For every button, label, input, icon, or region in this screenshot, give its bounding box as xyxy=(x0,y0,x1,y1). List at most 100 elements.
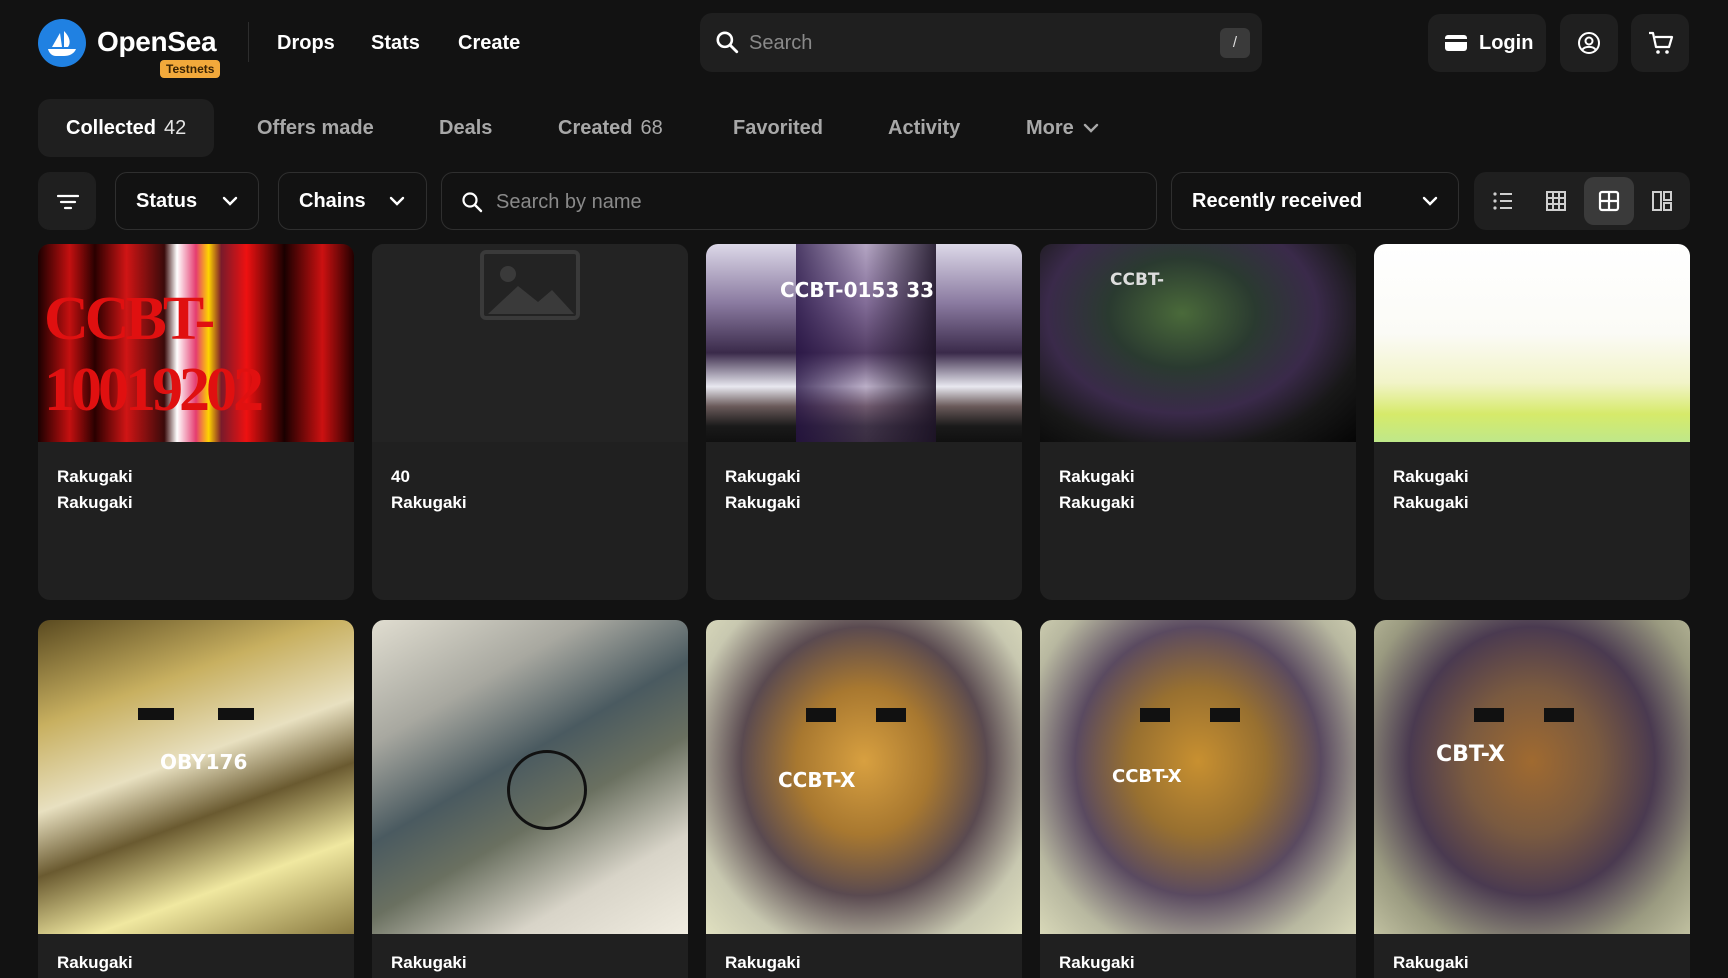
opensea-logo-icon[interactable] xyxy=(38,19,86,67)
tab-created[interactable]: Created 68 xyxy=(558,99,663,157)
nft-overlay-text: CCBT-10019202 xyxy=(44,285,264,424)
testnets-badge: Testnets xyxy=(160,60,221,78)
nft-card[interactable]: CCBT- Rakugaki Rakugaki xyxy=(1040,244,1356,600)
login-button[interactable]: Login xyxy=(1428,14,1546,72)
nft-image-placeholder xyxy=(372,244,688,442)
tab-collected[interactable]: Collected 42 xyxy=(38,99,215,157)
tab-more-label: More xyxy=(1026,117,1074,139)
chevron-down-icon xyxy=(1422,196,1438,206)
top-header: OpenSea Testnets Drops Stats Create Sear… xyxy=(0,0,1728,86)
profile-button[interactable] xyxy=(1560,14,1618,72)
nft-card[interactable]: CCBT-X Rakugaki xyxy=(1040,620,1356,978)
nft-grid: CCBT-10019202 Rakugaki Rakugaki 40 Rakug… xyxy=(38,244,1690,978)
nft-name: Rakugaki xyxy=(1393,953,1469,972)
nav-drops[interactable]: Drops xyxy=(277,32,335,55)
nft-overlay-text: OBY176 xyxy=(160,750,248,774)
small-grid-view-button[interactable] xyxy=(1531,177,1581,225)
tab-offers-made-label: Offers made xyxy=(257,117,374,139)
nft-image: CCBT- xyxy=(1040,244,1356,442)
status-label: Status xyxy=(136,190,198,212)
chains-label: Chains xyxy=(299,190,366,212)
tab-activity[interactable]: Activity xyxy=(888,99,960,157)
nft-card[interactable]: 40 Rakugaki xyxy=(372,244,688,600)
tab-created-count: 68 xyxy=(640,117,663,139)
filter-toggle-button[interactable] xyxy=(38,172,96,230)
search-icon xyxy=(714,29,740,60)
nft-name: Rakugaki xyxy=(57,953,133,972)
nft-collection: Rakugaki xyxy=(1059,493,1135,512)
tab-favorited-label: Favorited xyxy=(733,117,824,139)
nft-name: Rakugaki xyxy=(391,953,467,972)
tab-collected-count: 42 xyxy=(164,117,187,139)
image-placeholder-icon xyxy=(480,250,580,320)
nft-image: CCBT-X xyxy=(706,620,1022,934)
chevron-down-icon xyxy=(1084,123,1099,133)
wallet-icon xyxy=(1444,33,1468,58)
nft-image: CBT-X xyxy=(1374,620,1690,934)
nav-stats[interactable]: Stats xyxy=(371,32,420,55)
nft-name: Rakugaki xyxy=(57,467,133,486)
nft-card[interactable]: CBT-X Rakugaki xyxy=(1374,620,1690,978)
tab-more[interactable]: More xyxy=(1026,99,1099,157)
nav-create[interactable]: Create xyxy=(458,32,520,55)
list-view-button[interactable] xyxy=(1478,177,1528,225)
nft-image xyxy=(1374,244,1690,442)
nft-overlay-text: CCBT-0153 33 xyxy=(780,278,935,302)
nft-card[interactable]: CCBT-0153 33 Rakugaki Rakugaki xyxy=(706,244,1022,600)
mosaic-icon xyxy=(1652,191,1672,211)
nft-card[interactable]: Rakugaki xyxy=(372,620,688,978)
header-divider xyxy=(248,22,249,62)
nft-collection: Rakugaki xyxy=(391,493,467,512)
sort-label: Recently received xyxy=(1192,190,1363,212)
nft-collection: Rakugaki xyxy=(57,493,133,512)
name-search-input[interactable]: Search by name xyxy=(441,172,1157,230)
nft-image: CCBT-0153 33 xyxy=(706,244,1022,442)
nft-name: 40 xyxy=(391,467,410,486)
large-grid-view-button[interactable] xyxy=(1584,177,1634,225)
chains-dropdown[interactable]: Chains xyxy=(278,172,427,230)
tab-deals[interactable]: Deals xyxy=(439,99,492,157)
search-icon xyxy=(462,192,483,213)
nft-name: Rakugaki xyxy=(725,953,801,972)
nft-image: CCBT-X xyxy=(1040,620,1356,934)
chevron-down-icon xyxy=(222,196,238,206)
nft-name: Rakugaki xyxy=(1393,467,1469,486)
nft-overlay-text: CBT-X xyxy=(1436,742,1505,767)
tab-activity-label: Activity xyxy=(888,117,961,139)
nft-overlay-text: CCBT-X xyxy=(778,768,856,792)
login-label: Login xyxy=(1479,32,1534,54)
nft-image: OBY176 xyxy=(38,620,354,934)
tab-favorited[interactable]: Favorited xyxy=(733,99,823,157)
nft-image xyxy=(372,620,688,934)
global-search[interactable]: Search / xyxy=(700,13,1262,72)
tab-created-label: Created xyxy=(558,117,633,139)
nft-card[interactable]: OBY176 Rakugaki xyxy=(38,620,354,978)
nft-collection: Rakugaki xyxy=(1393,493,1469,512)
sort-dropdown[interactable]: Recently received xyxy=(1171,172,1459,230)
nft-name: Rakugaki xyxy=(725,467,801,486)
tab-offers-made[interactable]: Offers made xyxy=(257,99,374,157)
filter-icon xyxy=(57,194,79,210)
nft-card[interactable]: CCBT-X Rakugaki xyxy=(706,620,1022,978)
nft-name: Rakugaki xyxy=(1059,467,1135,486)
nft-card[interactable]: CCBT-10019202 Rakugaki Rakugaki xyxy=(38,244,354,600)
view-mode-group xyxy=(1474,172,1690,230)
nft-overlay-text: CCBT-X xyxy=(1112,766,1182,787)
nft-image: CCBT-10019202 xyxy=(38,244,354,442)
cart-button[interactable] xyxy=(1631,14,1689,72)
cart-icon xyxy=(1649,31,1674,54)
tab-deals-label: Deals xyxy=(439,117,493,139)
name-search-placeholder: Search by name xyxy=(496,191,642,213)
chevron-down-icon xyxy=(389,196,405,206)
brand-name[interactable]: OpenSea xyxy=(97,26,217,58)
account-icon xyxy=(1578,32,1600,54)
small-grid-icon xyxy=(1546,191,1566,211)
tab-collected-label: Collected xyxy=(66,117,157,139)
status-dropdown[interactable]: Status xyxy=(115,172,259,230)
nft-overlay-text: CCBT- xyxy=(1110,270,1165,290)
list-icon xyxy=(1493,192,1512,210)
nft-collection: Rakugaki xyxy=(725,493,801,512)
nft-card[interactable]: Rakugaki Rakugaki xyxy=(1374,244,1690,600)
global-search-placeholder: Search xyxy=(749,32,813,54)
mosaic-view-button[interactable] xyxy=(1637,177,1687,225)
